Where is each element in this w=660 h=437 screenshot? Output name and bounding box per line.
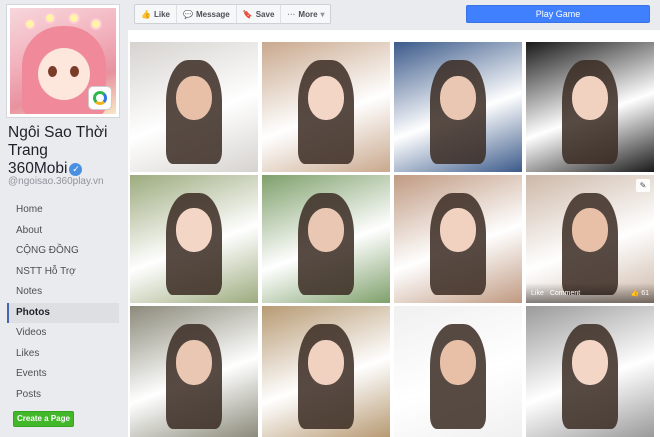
like-count-value: 61 [641,290,649,297]
avatar [10,8,116,114]
photo-like-count: 👍 61 [631,289,649,297]
photo-comment-link[interactable]: Comment [550,290,580,297]
photo-thumbnail[interactable] [526,42,654,172]
button-label: Message [195,9,230,19]
page-title[interactable]: Ngôi Sao Thời Trang 360Mobi ✓ [8,124,126,178]
app-logo-icon [88,86,112,110]
save-button[interactable]: 🔖 Save [237,5,282,23]
button-label: Save [255,9,275,19]
bookmark-icon: 🔖 [242,9,253,19]
page-action-bar: 👍 Like 💬 Message 🔖 Save ··· More ▾ [134,4,331,24]
photo-thumbnail[interactable] [394,175,522,303]
like-button[interactable]: 👍 Like [135,5,177,23]
photo-thumbnail[interactable] [262,175,390,303]
play-game-button[interactable]: Play Game [466,5,650,23]
thumb-up-icon: 👍 [630,290,640,297]
photo-thumbnail[interactable] [262,42,390,172]
page-username[interactable]: @ngoisao.360play.vn [8,176,104,187]
photo-hover-bar: Like Comment 👍 61 [526,283,654,303]
pencil-icon[interactable]: ✎ [636,179,650,192]
left-sidebar: Ngôi Sao Thời Trang 360Mobi ✓ @ngoisao.36… [0,0,128,437]
nav-item-posts[interactable]: Posts [7,385,119,406]
page-title-line: Ngôi Sao Thời [8,124,108,141]
create-page-button[interactable]: Create a Page [13,411,74,427]
verified-badge-icon: ✓ [69,162,83,176]
nav-item-notes[interactable]: Notes [7,282,119,303]
nav-item-nstt-h-tr[interactable]: NSTT Hỗ Trợ [7,262,119,283]
chevron-down-icon: ▾ [320,9,325,19]
nav-item-home[interactable]: Home [7,200,119,221]
photo-thumbnail[interactable] [130,175,258,303]
nav-item-videos[interactable]: Videos [7,323,119,344]
button-label: Like [153,9,170,19]
message-icon: 💬 [182,9,193,19]
photo-thumbnail[interactable] [394,306,522,437]
more-button[interactable]: ··· More ▾ [281,5,330,23]
photo-thumbnail[interactable] [130,306,258,437]
photo-thumbnail[interactable] [394,42,522,172]
photo-thumbnail[interactable] [526,306,654,437]
button-label: More [298,9,318,19]
nav-item-about[interactable]: About [7,221,119,242]
photo-thumbnail[interactable]: ✎ Like Comment 👍 61 [526,175,654,303]
nav-item-c-ng-ng[interactable]: CỘNG ĐỒNG [7,241,119,262]
photo-thumbnail[interactable] [262,306,390,437]
message-button[interactable]: 💬 Message [177,5,237,23]
page-navigation: Home About CỘNG ĐỒNG NSTT Hỗ Trợ Notes Photos… [7,200,119,405]
photo-thumbnail[interactable] [130,42,258,172]
photo-grid: ✎ Like Comment 👍 61 [128,30,660,437]
thumb-up-icon: 👍 [141,9,151,19]
page-title-line: Trang [8,142,48,159]
photo-like-link[interactable]: Like [531,290,544,297]
more-icon: ··· [287,9,296,19]
nav-item-likes[interactable]: Likes [7,344,119,365]
nav-item-events[interactable]: Events [7,364,119,385]
page-title-line: 360Mobi [8,160,68,177]
nav-item-photos[interactable]: Photos [7,302,119,323]
profile-picture[interactable] [6,4,120,118]
